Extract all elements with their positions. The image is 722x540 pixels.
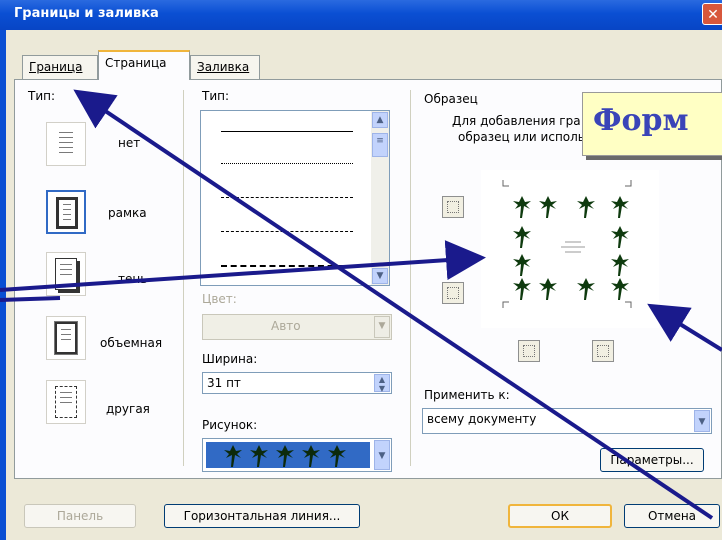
page-glyph (55, 386, 77, 418)
title-bar[interactable]: Границы и заливка ✕ (0, 0, 722, 30)
preview-hint-2: образец или исполь (458, 130, 585, 144)
setting-shadow-icon[interactable] (46, 252, 86, 296)
setting-custom-icon[interactable] (46, 380, 86, 424)
tab-border[interactable]: Граница (22, 55, 98, 79)
top-border-toggle[interactable] (442, 196, 464, 218)
preview-hint-1: Для добавления гра (452, 114, 581, 128)
style-scrollbar[interactable]: ▲ ≡ ▼ (371, 111, 389, 285)
scroll-thumb[interactable]: ≡ (372, 133, 388, 157)
tab-page-border[interactable]: Страница (98, 50, 190, 80)
tab-shading[interactable]: Заливка (190, 55, 260, 79)
window-title: Границы и заливка (14, 6, 159, 21)
setting-3d-icon[interactable] (46, 316, 86, 360)
bottom-border-toggle[interactable] (442, 282, 464, 304)
setting-none-label[interactable]: нет (118, 136, 140, 150)
options-button-label: Параметры... (610, 453, 694, 467)
toolbar-button-label: Панель (56, 509, 104, 523)
page-glyph (56, 197, 78, 229)
width-label: Ширина: (202, 352, 258, 366)
page-glyph (55, 128, 77, 160)
page-glyph (54, 321, 78, 355)
scroll-down-icon[interactable]: ▼ (372, 268, 388, 284)
palm-tree-icon (224, 445, 346, 467)
cancel-button-label: Отмена (647, 509, 697, 523)
apply-value: всему документу (427, 412, 537, 426)
setting-label: Тип: (28, 89, 56, 103)
color-value: Авто (271, 319, 301, 333)
borders-and-shading-dialog: Границы и заливка ✕ Граница Страница Зал… (0, 0, 722, 540)
left-border-toggle[interactable] (518, 340, 540, 362)
divider (183, 90, 184, 466)
style-dash-dot[interactable] (221, 265, 353, 267)
apply-label: Применить к: (424, 388, 510, 402)
setting-box-icon[interactable] (46, 190, 86, 234)
tab-border-label: Граница (29, 60, 83, 74)
ok-button[interactable]: ОК (508, 504, 612, 528)
style-dotted[interactable] (221, 163, 353, 164)
setting-shadow-label[interactable]: тень (118, 272, 147, 286)
line-style-list[interactable]: ▲ ≡ ▼ (200, 110, 390, 286)
color-select[interactable]: Авто ▼ (202, 314, 392, 340)
art-select[interactable]: ▼ (202, 438, 392, 472)
scroll-up-icon[interactable]: ▲ (372, 112, 388, 128)
callout-text: Форм (593, 103, 689, 138)
tab-page-border-label: Страница (105, 56, 167, 70)
preview-label: Образец (424, 92, 478, 106)
divider (410, 90, 411, 466)
setting-custom-label[interactable]: другая (106, 402, 150, 416)
palm-border-preview (502, 180, 632, 308)
style-label: Тип: (202, 89, 230, 103)
style-long-dash[interactable] (221, 231, 353, 232)
close-icon: ✕ (707, 7, 719, 23)
setting-3d-label[interactable]: объемная (100, 336, 162, 350)
right-border-toggle[interactable] (592, 340, 614, 362)
width-value: 31 пт (207, 376, 241, 390)
preview-area[interactable] (481, 170, 659, 328)
cancel-button[interactable]: Отмена (624, 504, 720, 528)
dropdown-arrow-icon[interactable]: ▼ (694, 410, 710, 432)
toolbar-button[interactable]: Панель (24, 504, 136, 528)
dropdown-arrow-icon[interactable]: ▼ (374, 316, 390, 338)
page-glyph (55, 258, 77, 290)
art-label: Рисунок: (202, 418, 258, 432)
style-solid[interactable] (221, 131, 353, 132)
horizontal-line-button[interactable]: Горизонтальная линия... (164, 504, 360, 528)
spin-icon[interactable]: ▲ ▼ (374, 374, 390, 393)
callout-box: Форм (582, 92, 722, 156)
close-button[interactable]: ✕ (702, 3, 722, 25)
apply-select[interactable]: всему документу ▼ (422, 408, 712, 434)
dropdown-arrow-icon[interactable]: ▼ (374, 440, 390, 470)
options-button[interactable]: Параметры... (600, 448, 704, 472)
horizontal-line-button-label: Горизонтальная линия... (183, 509, 341, 523)
color-label: Цвет: (202, 292, 237, 306)
tab-shading-label: Заливка (197, 60, 250, 74)
art-selection (206, 442, 370, 468)
width-input[interactable]: 31 пт ▲ ▼ (202, 372, 392, 394)
ok-button-label: ОК (551, 509, 569, 523)
style-dashed[interactable] (221, 197, 353, 198)
setting-none-icon[interactable] (46, 122, 86, 166)
setting-box-label[interactable]: рамка (108, 206, 147, 220)
window-frame (0, 30, 6, 540)
